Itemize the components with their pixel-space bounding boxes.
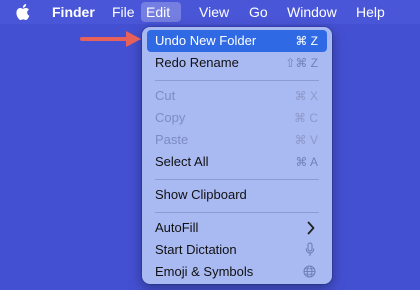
menu-edit[interactable]: Edit xyxy=(141,2,181,22)
shortcut-label: ⌘ Z xyxy=(295,34,318,48)
menu-item-copy: Copy ⌘ C xyxy=(147,107,327,129)
menu-item-label: Emoji & Symbols xyxy=(155,264,254,279)
menu-item-undo-new-folder[interactable]: Undo New Folder ⌘ Z xyxy=(147,30,327,52)
menu-item-label: Show Clipboard xyxy=(155,187,247,202)
microphone-icon xyxy=(305,242,315,256)
chevron-right-icon xyxy=(307,221,315,235)
menu-window[interactable]: Window xyxy=(279,0,345,24)
shortcut-label: ⌘ V xyxy=(294,133,318,147)
globe-icon xyxy=(303,265,316,278)
menu-item-label: Paste xyxy=(155,132,189,147)
menu-file[interactable]: File xyxy=(104,0,143,24)
menu-item-label: Select All xyxy=(155,154,209,169)
menu-item-redo-rename[interactable]: Redo Rename ⇧⌘ Z xyxy=(147,52,327,74)
menu-item-label: AutoFill xyxy=(155,220,199,235)
menu-item-autofill[interactable]: AutoFill xyxy=(147,217,327,239)
menu-separator xyxy=(155,179,319,180)
menu-item-show-clipboard[interactable]: Show Clipboard xyxy=(147,184,327,206)
annotation-arrow-icon xyxy=(80,31,141,47)
menu-separator xyxy=(155,212,319,213)
shortcut-label: ⌘ X xyxy=(294,89,318,103)
menu-item-label: Copy xyxy=(155,110,186,125)
shortcut-label: ⌘ A xyxy=(295,155,318,169)
menu-item-label: Start Dictation xyxy=(155,242,237,257)
menu-item-start-dictation[interactable]: Start Dictation xyxy=(147,239,327,261)
menu-go[interactable]: Go xyxy=(241,0,276,24)
edit-menu-dropdown: Undo New Folder ⌘ Z Redo Rename ⇧⌘ Z Cut… xyxy=(142,27,332,284)
menu-item-select-all[interactable]: Select All ⌘ A xyxy=(147,151,327,173)
apple-logo-icon[interactable] xyxy=(14,3,30,21)
shortcut-label: ⌘ C xyxy=(294,111,318,125)
menu-view[interactable]: View xyxy=(191,0,237,24)
menu-item-emoji-symbols[interactable]: Emoji & Symbols xyxy=(147,261,327,283)
menu-item-label: Redo Rename xyxy=(155,55,239,70)
shortcut-label: ⇧⌘ Z xyxy=(285,56,318,70)
menu-item-label: Cut xyxy=(155,88,176,103)
menu-separator xyxy=(155,80,319,81)
menu-item-paste: Paste ⌘ V xyxy=(147,129,327,151)
menu-item-cut: Cut ⌘ X xyxy=(147,85,327,107)
menu-bar: Finder File Edit View Go Window Help xyxy=(0,0,420,24)
menu-item-label: Undo New Folder xyxy=(155,33,257,48)
menu-finder[interactable]: Finder xyxy=(44,0,103,24)
menu-help[interactable]: Help xyxy=(348,0,393,24)
